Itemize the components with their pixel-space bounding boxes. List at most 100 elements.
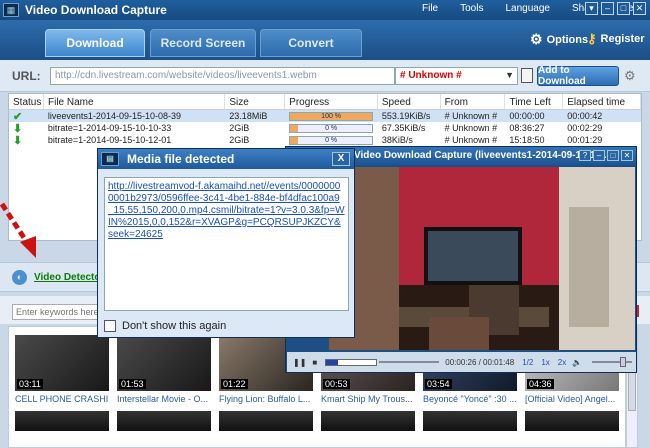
table-row[interactable]: ⬇ bitrate=1-2014-09-15-10-10-33 2GiB 0 %… [9,122,641,135]
cell-from: # Unknown # [444,111,498,121]
video-detector-icon: ◐ [12,270,27,285]
tab-bar: Download Record Screen Convert ⚙ Options… [0,20,650,60]
cell-file-name: liveevents1-2014-09-15-10-08-39 [47,111,181,121]
table-row[interactable]: ⬇ bitrate=1-2014-09-15-10-12-01 2GiB 0 %… [9,134,641,147]
video-thumbnail[interactable] [219,411,313,431]
duration-badge: 03:11 [17,379,43,389]
tab-convert[interactable]: Convert [260,29,362,57]
add-to-download-button[interactable]: Add to Download [537,65,619,87]
dialog-close-button[interactable]: X [332,152,350,166]
duration-badge: 01:53 [119,379,146,389]
site-select-value: # Unknown # [400,70,462,81]
volume-knob[interactable] [620,357,627,367]
table-row[interactable]: ✔ liveevents1-2014-09-15-10-08-39 23.18M… [9,110,641,123]
thumbnail-caption[interactable]: Kmart Ship My Trous... [321,394,415,404]
options-label: Options [546,33,589,46]
volume-slider[interactable] [592,357,633,367]
player-maximize-button[interactable]: □ [607,150,619,161]
cell-size: 23.18MiB [229,111,268,121]
video-frame[interactable] [329,167,635,350]
speed-2x-button[interactable]: 2x [558,358,566,367]
stop-icon[interactable]: ■ [312,358,317,367]
options-button[interactable]: ⚙ Options [530,31,588,48]
menu-tools[interactable]: Tools [460,3,483,14]
video-thumbnail[interactable]: 01:53 Interstellar Movie - O... [117,335,211,404]
progress-bar: 100 % [289,111,374,121]
player-help-button[interactable]: ? [579,150,591,161]
thumbnail-image: 03:11 [15,335,109,391]
player-close-button[interactable]: ✕ [621,150,633,161]
pause-icon[interactable]: ❚❚ [293,358,306,367]
cell-speed: 38KiB/s [381,135,413,145]
window-controls: ▾ – □ ✕ [585,2,646,15]
video-thumbnail[interactable] [423,411,517,431]
cell-size: 2GiB [229,135,250,145]
cell-from: # Unknown # [444,135,498,145]
video-thumbnail[interactable] [117,411,211,431]
url-bar: URL: http://cdn.livestream.com/website/v… [0,60,650,92]
col-time-left[interactable]: Time Left [505,94,564,109]
thumbnail-image: 01:53 [117,335,211,391]
volume-icon[interactable]: 🔈 [572,358,582,367]
col-size[interactable]: Size [225,94,286,109]
media-url-link[interactable]: http://livestreamvod-f.akamaihd.net//eve… [104,177,349,311]
maximize-button[interactable]: □ [617,2,630,15]
film-icon: ▤ [101,152,119,166]
col-progress[interactable]: Progress [285,94,378,109]
dialog-title-bar: ▤ Media file detected [98,149,354,169]
download-arrow-icon: ⬇ [13,134,23,147]
table-header: Status File Name Size Progress Speed Fro… [9,94,642,110]
key-icon: ⚷ [587,31,597,46]
minimize-button[interactable]: – [601,2,614,15]
checkbox-box[interactable] [104,320,116,332]
col-file-name[interactable]: File Name [44,94,226,109]
dropdown-window-button[interactable]: ▾ [585,2,598,15]
thumbnail-caption[interactable]: CELL PHONE CRASHI... [15,394,109,404]
duration-badge: 01:22 [221,379,248,389]
thumbnail-caption[interactable]: [Official Video] Angel... [525,394,619,404]
tab-download[interactable]: Download [45,29,145,57]
seek-track[interactable] [379,361,440,363]
cell-from: # Unknown # [444,123,498,133]
dont-show-again-checkbox[interactable]: Don't show this again [104,320,226,332]
close-button[interactable]: ✕ [633,2,646,15]
col-elapsed-time[interactable]: Elapsed time [563,94,642,109]
video-scene-image [329,167,635,350]
cell-time-left: 08:36:27 [509,123,545,133]
player-minimize-button[interactable]: – [593,150,605,161]
thumbnail-caption[interactable]: Interstellar Movie - O... [117,394,211,404]
thumbnail-caption[interactable]: Flying Lion: Buffalo L... [219,394,313,404]
app-title: Video Download Capture [25,3,167,17]
progress-bar: 0 % [289,123,374,133]
cell-size: 2GiB [229,123,250,133]
cell-speed: 553.19KiB/s [381,111,431,121]
video-detector-link[interactable]: Video Detector [34,272,104,283]
title-bar: ▦ Video Download Capture File Tools Lang… [0,0,650,20]
tab-record-screen[interactable]: Record Screen [150,29,256,57]
col-from[interactable]: From [441,94,506,109]
player-time: 00:00:26 / 00:01:48 [445,357,515,367]
player-window-controls: ? – □ ✕ [579,150,633,161]
seek-bar[interactable] [325,358,378,366]
red-pointer-arrow-icon [0,202,36,258]
col-status[interactable]: Status [9,94,44,109]
col-speed[interactable]: Speed [378,94,441,109]
video-thumbnail[interactable] [525,411,619,431]
speed-half-button[interactable]: 1/2 [522,358,533,367]
dialog-title: Media file detected [127,152,235,166]
settings-gear-icon[interactable]: ⚙ [624,68,636,84]
clipboard-icon[interactable] [521,68,533,83]
menu-file[interactable]: File [422,3,438,14]
video-thumbnail[interactable] [321,411,415,431]
video-thumbnail[interactable]: 03:11 CELL PHONE CRASHI... [15,335,109,404]
video-thumbnail[interactable] [15,411,109,431]
chevron-down-icon: ▼ [505,70,514,80]
register-button[interactable]: ⚷ Register [587,31,645,47]
thumbnail-caption[interactable]: Beyoncé "Yoncé" :30 ... [423,394,517,404]
menu-language[interactable]: Language [505,3,550,14]
url-input[interactable]: http://cdn.livestream.com/website/videos… [50,67,395,85]
cell-file-name: bitrate=1-2014-09-15-10-10-33 [47,123,172,133]
site-select[interactable]: # Unknown # ▼ [395,67,518,85]
speed-1x-button[interactable]: 1x [541,358,549,367]
media-detected-dialog: ▤ Media file detected X http://livestrea… [97,148,355,338]
